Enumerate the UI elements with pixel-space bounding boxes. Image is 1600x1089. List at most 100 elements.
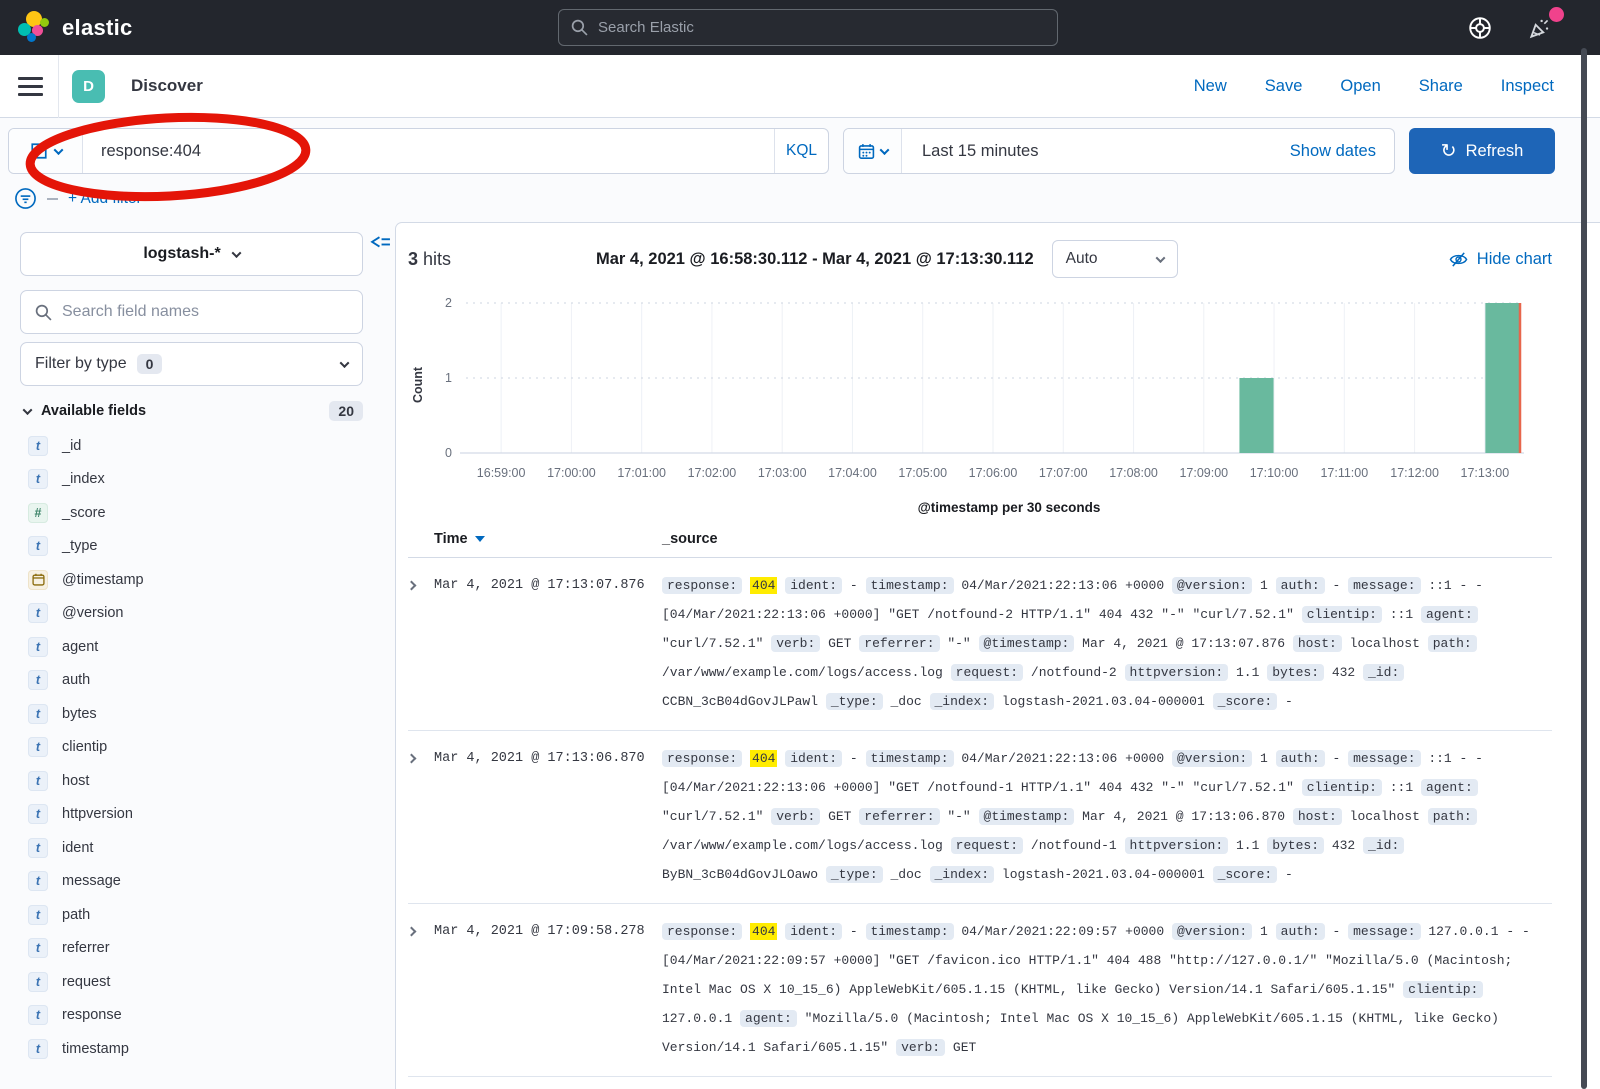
field-item-ident[interactable]: tident [20,831,395,865]
field-item-@version[interactable]: t @version [20,597,395,631]
field-label: @version [62,605,123,621]
saved-query-menu-button[interactable] [9,129,83,173]
new-button[interactable]: New [1194,77,1227,96]
field-name-badge: path: [1428,635,1477,652]
doc-source: response: 404 ident: - timestamp: 04/Mar… [662,571,1552,716]
save-query-icon [30,142,48,160]
expand-row-button[interactable] [408,744,434,889]
field-label: auth [62,672,90,688]
field-item-@timestamp[interactable]: @timestamp [20,563,395,597]
filter-icon[interactable] [14,187,37,210]
index-pattern-switcher[interactable]: logstash-* [20,232,363,276]
field-name-badge: clientip: [1302,779,1382,796]
doc-source: response: 404 ident: - timestamp: 04/Mar… [662,744,1552,889]
field-label: _id [62,438,81,454]
field-name-badge: host: [1293,635,1342,652]
inspect-button[interactable]: Inspect [1501,77,1554,96]
field-item-_index[interactable]: t_index [20,463,395,497]
global-search-input[interactable]: Search Elastic [558,9,1058,46]
text-type-icon: t [28,436,48,456]
field-name-badge: request: [951,664,1023,681]
discover-app-badge[interactable]: D [72,70,105,103]
elastic-logo-icon[interactable] [18,11,50,45]
time-column-header[interactable]: Time [434,531,662,547]
field-item-path[interactable]: tpath [20,898,395,932]
x-tick-label: 17:04:00 [828,466,877,480]
query-input[interactable]: response:404 [83,129,774,173]
interval-select[interactable]: Auto [1052,240,1178,278]
field-label: _score [62,505,106,521]
field-name-badge: ident: [785,577,842,594]
field-item-auth[interactable]: tauth [20,664,395,698]
scrollbar-thumb[interactable] [1581,48,1587,1089]
expand-row-button[interactable] [408,917,434,1062]
news-icon[interactable] [1526,14,1554,42]
global-search-placeholder: Search Elastic [598,19,694,36]
histogram-bar[interactable] [1239,378,1273,453]
help-icon[interactable] [1466,14,1494,42]
number-type-icon: # [28,503,48,523]
field-item-_id[interactable]: t _id [20,429,395,463]
x-tick-label: 17:01:00 [617,466,666,480]
refresh-button[interactable]: ↻ Refresh [1409,128,1555,174]
x-tick-label: 17:07:00 [1039,466,1088,480]
histogram-bar[interactable] [1485,303,1519,453]
field-item-_type[interactable]: t_type [20,530,395,564]
highlighted-value: 404 [750,577,777,594]
field-name-badge: _id: [1363,837,1404,854]
field-label: message [62,873,121,889]
field-item-clientip[interactable]: tclientip [20,731,395,765]
hide-chart-button[interactable]: Hide chart [1449,250,1552,269]
filter-by-type-dropdown[interactable]: Filter by type 0 [20,342,363,386]
field-name-badge: _type: [826,693,883,710]
field-item-timestamp[interactable]: ttimestamp [20,1032,395,1066]
y-axis-label: Count [411,366,425,403]
share-button[interactable]: Share [1419,77,1463,96]
field-label: bytes [62,706,97,722]
time-range-button[interactable]: Last 15 minutes [902,129,1290,173]
field-item-bytes[interactable]: tbytes [20,697,395,731]
text-type-icon: t [28,1005,48,1025]
top-menu: New Save Open Share Inspect [1194,77,1554,96]
collapse-sidebar-icon[interactable] [370,234,391,260]
field-item-host[interactable]: thost [20,764,395,798]
calendar-menu-button[interactable] [844,129,902,173]
field-label: host [62,773,89,789]
text-type-icon: t [28,603,48,623]
show-dates-link[interactable]: Show dates [1290,129,1394,173]
filter-by-type-label: Filter by type [35,355,127,373]
field-name-badge: referrer: [859,635,939,652]
field-name-badge: @version: [1172,577,1252,594]
field-name-badge: @timestamp: [979,808,1075,825]
field-item-response[interactable]: tresponse [20,999,395,1033]
field-name-badge: _index: [930,693,995,710]
field-name-badge: agent: [1421,606,1478,623]
text-type-icon: t [28,737,48,757]
query-language-button[interactable]: KQL [774,129,828,173]
search-icon [35,304,52,321]
available-fields-header[interactable]: Available fields 20 [20,401,363,421]
add-filter-button[interactable]: + Add filter [68,190,142,208]
doc-time: Mar 4, 2021 @ 17:13:07.876 [434,571,662,716]
field-search-input[interactable]: Search field names [20,290,363,334]
text-type-icon: t [28,536,48,556]
field-item-referrer[interactable]: treferrer [20,932,395,966]
field-item-request[interactable]: trequest [20,965,395,999]
field-item-agent[interactable]: tagent [20,630,395,664]
chevron-down-icon [340,358,350,368]
field-item-message[interactable]: tmessage [20,865,395,899]
field-item-_score[interactable]: # _score [20,496,395,530]
field-name-badge: response: [662,923,742,940]
field-item-httpversion[interactable]: thttpversion [20,798,395,832]
save-button[interactable]: Save [1265,77,1303,96]
global-header: elastic Search Elastic [0,0,1600,55]
field-label: agent [62,639,98,655]
field-name-badge: @version: [1172,923,1252,940]
open-button[interactable]: Open [1340,77,1380,96]
menu-icon[interactable] [18,77,43,96]
text-type-icon: t [28,670,48,690]
expand-row-button[interactable] [408,571,434,716]
text-type-icon: t [28,1039,48,1059]
chevron-down-icon [53,145,63,155]
field-name-badge: request: [951,837,1023,854]
